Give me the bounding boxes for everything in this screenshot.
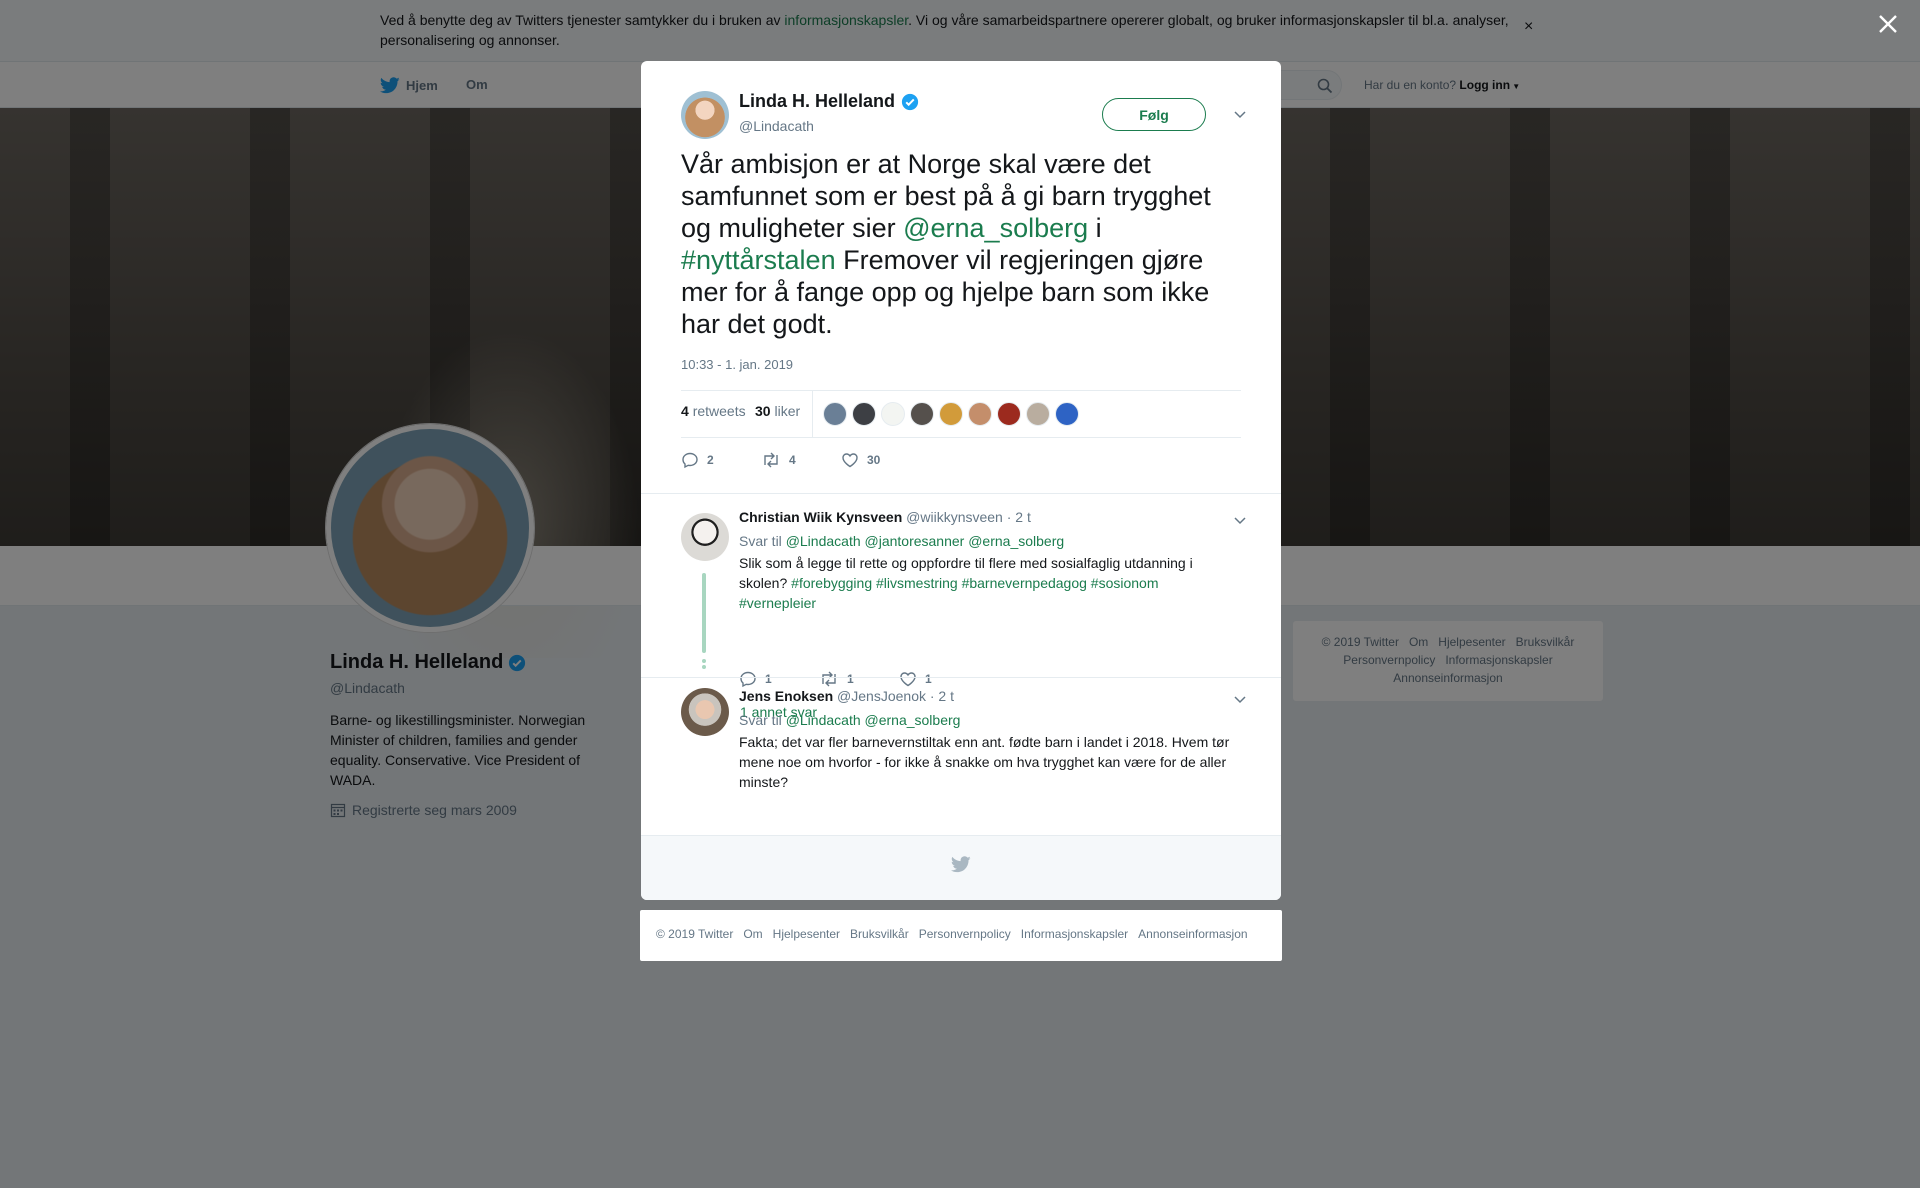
like-button[interactable]: 30 bbox=[841, 450, 897, 470]
liker-avatar[interactable] bbox=[881, 402, 905, 426]
reply-text: Fakta; det var fler barnevernstiltak enn… bbox=[739, 734, 1230, 790]
reply-author-avatar[interactable] bbox=[681, 513, 729, 561]
tweet-author-name[interactable]: Linda H. Helleland bbox=[739, 91, 919, 112]
retweets-stat[interactable]: 4 retweets bbox=[681, 403, 746, 419]
mention-link[interactable]: @erna_solberg bbox=[903, 213, 1088, 243]
footer-link[interactable]: Bruksvilkår bbox=[850, 927, 909, 941]
retweet-button[interactable]: 1 bbox=[819, 669, 875, 689]
bottom-footer: © 2019 Twitter Om Hjelpesenter Bruksvilkår P… bbox=[640, 910, 1282, 961]
reply-author-handle[interactable]: @JensJoenok bbox=[837, 688, 926, 704]
reply-actions: 1 1 1 bbox=[739, 669, 979, 689]
chevron-down-icon[interactable] bbox=[1233, 109, 1247, 119]
tweet-author-handle[interactable]: @Lindacath bbox=[739, 118, 814, 134]
hashtag-links[interactable]: #forebygging #livsmestring #barnevernped… bbox=[739, 575, 1159, 611]
reply-author-name[interactable]: Christian Wiik Kynsveen bbox=[739, 509, 902, 525]
retweet-icon bbox=[764, 452, 778, 468]
twitter-bird-icon bbox=[951, 856, 971, 873]
tweet-timestamp[interactable]: 10:33 - 1. jan. 2019 bbox=[681, 357, 793, 372]
chevron-down-icon[interactable] bbox=[1233, 694, 1247, 704]
reply-button[interactable]: 1 bbox=[739, 669, 795, 689]
follow-button[interactable]: Følg bbox=[1102, 98, 1206, 131]
tweet-modal: Linda H. Helleland @Lindacath Følg Vår a… bbox=[641, 61, 1281, 900]
retweet-button[interactable]: 4 bbox=[761, 450, 817, 470]
close-icon[interactable] bbox=[1876, 12, 1900, 36]
reply-button[interactable]: 2 bbox=[681, 450, 737, 470]
liker-avatar[interactable] bbox=[910, 402, 934, 426]
liker-avatar[interactable] bbox=[939, 402, 963, 426]
reply-header: Jens Enoksen @JensJoenok · 2 t bbox=[739, 688, 954, 704]
reply-to-mentions[interactable]: @Lindacath @erna_solberg bbox=[786, 712, 961, 728]
liker-avatar[interactable] bbox=[823, 402, 847, 426]
reply-to-line: Svar til @Lindacath @jantoresanner @erna… bbox=[739, 533, 1065, 549]
tweet-text: Vår ambisjon er at Norge skal være det s… bbox=[681, 149, 1211, 339]
tweet-stats: 4 retweets 30 liker bbox=[681, 390, 1241, 438]
heart-icon bbox=[900, 672, 916, 687]
footer-link[interactable]: © 2019 Twitter bbox=[656, 927, 733, 941]
reply-header: Christian Wiik Kynsveen @wiikkynsveen · … bbox=[739, 509, 1031, 525]
tweet-actions: 2 4 30 bbox=[681, 450, 921, 470]
liker-avatar[interactable] bbox=[1026, 402, 1050, 426]
footer-link[interactable]: Personvernpolicy bbox=[919, 927, 1011, 941]
liker-avatar[interactable] bbox=[1055, 402, 1079, 426]
footer-link[interactable]: Annonseinformasjon bbox=[1138, 927, 1247, 941]
chevron-down-icon[interactable] bbox=[1233, 515, 1247, 525]
footer-link[interactable]: Hjelpesenter bbox=[773, 927, 840, 941]
reply-author-name[interactable]: Jens Enoksen bbox=[739, 688, 833, 704]
tweet-author-avatar[interactable] bbox=[681, 91, 729, 139]
retweet-icon bbox=[822, 671, 836, 687]
modal-footer bbox=[641, 835, 1281, 900]
reply-to-mentions[interactable]: @Lindacath @jantoresanner @erna_solberg bbox=[786, 533, 1064, 549]
reply-to-line: Svar til @Lindacath @erna_solberg bbox=[739, 712, 961, 728]
footer-link[interactable]: Informasjonskapsler bbox=[1021, 927, 1128, 941]
liker-avatar[interactable] bbox=[852, 402, 876, 426]
like-button[interactable]: 1 bbox=[899, 669, 955, 689]
footer-link[interactable]: Om bbox=[743, 927, 762, 941]
liker-avatar[interactable] bbox=[997, 402, 1021, 426]
reply-text: Slik som å legge til rette og oppfordre … bbox=[739, 555, 1193, 611]
verified-badge-icon bbox=[901, 93, 919, 110]
reply-time[interactable]: · 2 t bbox=[1007, 509, 1031, 525]
reply-time[interactable]: · 2 t bbox=[930, 688, 954, 704]
reply-icon bbox=[740, 671, 756, 688]
reply-author-handle[interactable]: @wiikkynsveen bbox=[906, 509, 1003, 525]
hashtag-link[interactable]: #nyttårstalen bbox=[681, 245, 836, 275]
liker-avatar[interactable] bbox=[968, 402, 992, 426]
likes-stat[interactable]: 30 liker bbox=[755, 403, 800, 419]
reply-icon bbox=[682, 452, 698, 469]
heart-icon bbox=[842, 453, 858, 468]
reply-author-avatar[interactable] bbox=[681, 688, 729, 736]
